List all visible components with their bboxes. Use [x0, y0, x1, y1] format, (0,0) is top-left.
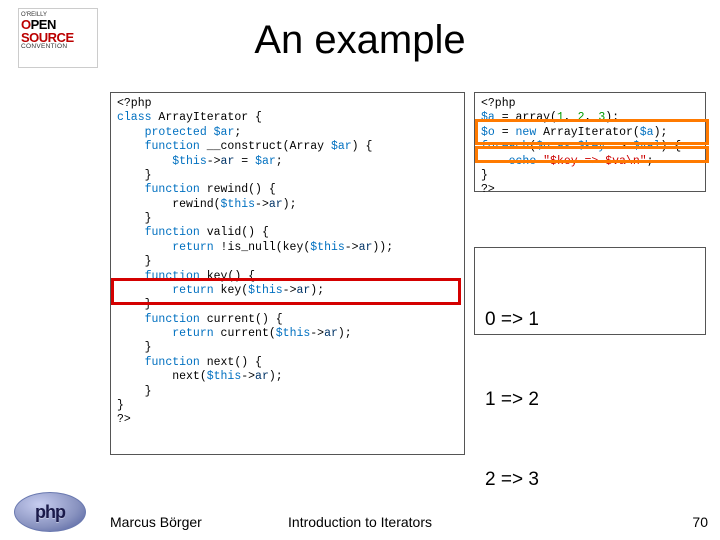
output-line: 1 => 2	[485, 387, 695, 414]
output-line: 2 => 3	[485, 467, 695, 494]
logo-line3: CONVENTION	[21, 44, 95, 51]
code-right: <?php $a = array(1, 2, 3); $o = new Arra…	[474, 92, 706, 192]
footer-page: 70	[692, 514, 708, 530]
slide-title: An example	[0, 0, 720, 63]
oreilly-logo: O'REILLY OPEN SOURCE CONVENTION	[18, 8, 98, 68]
code-left: <?php class ArrayIterator { protected $a…	[110, 92, 465, 455]
output-box: 0 => 1 1 => 2 2 => 3	[474, 247, 706, 335]
footer-center: Introduction to Iterators	[0, 514, 720, 530]
output-line: 0 => 1	[485, 307, 695, 334]
